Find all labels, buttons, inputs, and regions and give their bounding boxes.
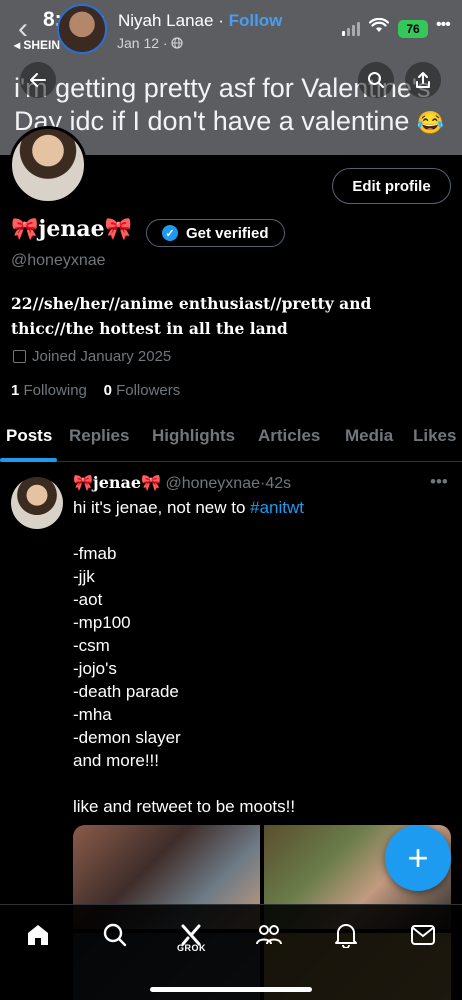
tab-posts[interactable]: Posts (6, 426, 52, 446)
tweet-header: 🎀jenae🎀 @honeyxnae·42s (73, 473, 291, 493)
followers-count: 0 (103, 382, 112, 399)
tweet-text: hi it's jenae, not new to #anitwt -fmab … (73, 496, 443, 818)
tweet-timestamp: ·42s (259, 475, 292, 492)
nav-notifications[interactable] (326, 915, 366, 955)
story-separator: · (213, 11, 229, 30)
profile-tabs: Posts Replies Highlights Articles Media … (0, 420, 462, 462)
grok-label: GROK (177, 943, 206, 953)
tweet-author-name[interactable]: 🎀jenae🎀 (73, 473, 161, 492)
follow-counts: 1 Following 0 Followers (11, 382, 180, 399)
following-label: Following (23, 382, 87, 399)
hashtag-link[interactable]: #anitwt (250, 498, 304, 517)
tweet-author-handle[interactable]: @honeyxnae (165, 475, 260, 492)
tab-highlights[interactable]: Highlights (152, 426, 235, 446)
nav-messages[interactable] (403, 915, 443, 955)
tweet-text-intro: hi it's jenae, not new to (73, 498, 251, 517)
tab-articles[interactable]: Articles (258, 426, 320, 446)
tab-media[interactable]: Media (345, 426, 393, 446)
story-author-name[interactable]: Niyah Lanae (118, 11, 213, 30)
home-icon (28, 925, 48, 945)
joined-text: Joined January 2025 (32, 348, 172, 365)
share-icon (416, 72, 430, 88)
back-button[interactable] (20, 62, 56, 98)
home-indicator[interactable] (150, 987, 312, 992)
bell-icon (335, 924, 357, 948)
following-count: 1 (11, 382, 20, 399)
followers-label: Followers (116, 382, 181, 399)
compose-button[interactable]: + (385, 825, 451, 891)
active-tab-indicator (0, 458, 57, 462)
more-dots-icon: ••• (436, 16, 451, 33)
get-verified-button[interactable]: ✓ Get verified (146, 219, 285, 247)
arrow-left-icon (30, 73, 46, 87)
edit-profile-button[interactable]: Edit profile (332, 168, 451, 204)
people-icon (256, 925, 282, 945)
globe-icon (171, 37, 184, 49)
tab-likes[interactable]: Likes (413, 426, 456, 446)
battery-indicator: 76 (398, 20, 428, 38)
signal-icon (342, 22, 362, 36)
story-avatar[interactable] (57, 4, 107, 54)
nav-search[interactable] (95, 915, 135, 955)
more-icon[interactable]: ••• (430, 472, 448, 492)
back-to-app-link[interactable]: ◂ SHEIN (14, 38, 60, 52)
verified-badge-icon: ✓ (162, 225, 178, 241)
search-button[interactable] (358, 62, 394, 98)
profile-display-name: 🎀jenae🎀 (11, 216, 132, 242)
profile-avatar[interactable] (9, 126, 87, 204)
story-follow-button[interactable]: Follow (229, 11, 283, 30)
nav-communities[interactable] (249, 915, 289, 955)
calendar-icon (13, 350, 26, 363)
story-header: Niyah Lanae · Follow (118, 11, 282, 31)
search-icon (368, 72, 384, 88)
profile-handle: @honeyxnae (11, 252, 106, 269)
bottom-nav: GROK (0, 904, 462, 1000)
tweet-avatar[interactable] (11, 477, 63, 529)
profile-bio: 22//she/her//anime enthusiast//pretty an… (11, 294, 372, 338)
share-button[interactable] (405, 62, 441, 98)
story-date-text: Jan 12 · (117, 35, 168, 51)
search-icon (103, 923, 127, 947)
tab-replies[interactable]: Replies (69, 426, 129, 446)
following-link[interactable]: 1 Following (11, 382, 87, 399)
get-verified-label: Get verified (186, 224, 269, 242)
tweet-text-list: -fmab -jjk -aot -mp100 -csm -jojo's -dea… (73, 544, 296, 816)
wifi-icon (369, 18, 389, 32)
joined-date: Joined January 2025 (13, 348, 171, 365)
nav-home[interactable] (18, 915, 58, 955)
story-date: Jan 12 · (117, 35, 184, 51)
followers-link[interactable]: 0 Followers (104, 382, 181, 399)
laughing-emoji-icon: 😂 (416, 110, 445, 135)
plus-icon: + (407, 837, 429, 878)
mail-icon (411, 925, 435, 945)
status-bar: ‹ 8:42 ❄ ◂ SHEIN Niyah Lanae · Follow Ja… (0, 0, 462, 60)
